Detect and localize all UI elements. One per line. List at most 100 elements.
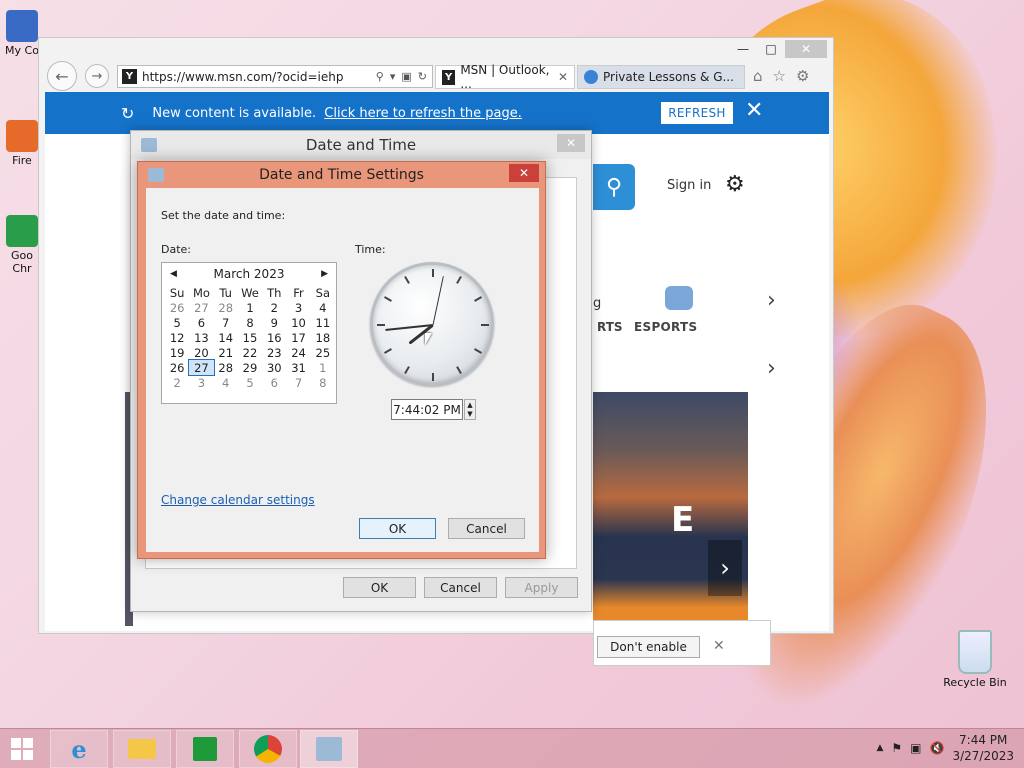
calendar-day[interactable]: 26	[165, 300, 189, 315]
stadium-image[interactable]: E ›	[593, 392, 748, 626]
calendar-day[interactable]: 30	[262, 360, 286, 375]
time-input[interactable]: 7:44:02 PM	[391, 399, 463, 420]
nav-esports[interactable]: ESPORTS	[634, 320, 697, 334]
forward-button[interactable]: →	[85, 64, 109, 88]
close-button[interactable]: ✕	[557, 134, 585, 152]
home-icon[interactable]: ⌂	[753, 67, 763, 85]
calendar-day[interactable]: 10	[286, 315, 310, 330]
calendar-day[interactable]: 3	[286, 300, 310, 315]
calendar-day[interactable]: 5	[165, 315, 189, 330]
previous-month-icon[interactable]: ◀	[170, 269, 177, 279]
close-tab-icon[interactable]: ✕	[558, 70, 568, 84]
calendar-day[interactable]: 28	[214, 360, 238, 375]
spin-down-icon[interactable]: ▼	[467, 410, 472, 419]
calendar-day[interactable]: 6	[189, 315, 213, 330]
chevron-right-icon[interactable]: ›	[767, 356, 776, 381]
show-hidden-icons-icon[interactable]: ▲	[876, 743, 883, 753]
refresh-link[interactable]: Click here to refresh the page.	[324, 106, 522, 121]
dropdown-icon[interactable]: ▾	[390, 70, 396, 83]
cancel-button[interactable]: Cancel	[424, 577, 497, 598]
calendar-day[interactable]: 26	[165, 360, 189, 375]
calendar-day[interactable]: 4	[214, 375, 238, 390]
next-month-icon[interactable]: ▶	[321, 269, 328, 279]
calendar-day[interactable]: 31	[286, 360, 310, 375]
calendar-day[interactable]: 2	[165, 375, 189, 390]
back-button[interactable]: ←	[47, 61, 77, 91]
calendar-day[interactable]: 22	[238, 345, 262, 360]
lock-icon[interactable]: ▣	[401, 70, 411, 83]
calendar-day[interactable]: 28	[214, 300, 238, 315]
calendar-day[interactable]: 25	[311, 345, 335, 360]
cancel-button[interactable]: Cancel	[448, 518, 525, 539]
calendar-day[interactable]: 19	[165, 345, 189, 360]
apply-button[interactable]: Apply	[505, 577, 578, 598]
taskbar-date-time[interactable]	[300, 730, 358, 768]
volume-muted-icon[interactable]: 🔇	[930, 741, 945, 755]
calendar-day[interactable]: 13	[189, 330, 213, 345]
close-banner-icon[interactable]: ✕	[713, 638, 725, 654]
start-button[interactable]	[0, 729, 44, 768]
change-calendar-settings-link[interactable]: Change calendar settings	[161, 493, 315, 507]
recycle-bin-shortcut[interactable]: Recycle Bin	[940, 630, 1010, 689]
close-button[interactable]: ✕	[509, 164, 539, 182]
taskbar-store[interactable]	[176, 730, 234, 768]
address-bar[interactable]: Y https://www.msn.com/?ocid=iehp ⚲ ▾ ▣ ↻	[117, 65, 433, 88]
carousel-next-button[interactable]: ›	[708, 540, 742, 596]
close-notification-icon[interactable]: ✕	[745, 98, 763, 123]
calendar-day[interactable]: 16	[262, 330, 286, 345]
close-button[interactable]: ✕	[785, 40, 827, 58]
calendar-day[interactable]: 3	[189, 375, 213, 390]
calendar-day[interactable]: 9	[262, 315, 286, 330]
ok-button[interactable]: OK	[359, 518, 436, 539]
calendar-day[interactable]: 23	[262, 345, 286, 360]
calendar-month[interactable]: March 2023	[214, 267, 285, 281]
calendar-day[interactable]: 1	[311, 360, 335, 375]
calendar-day[interactable]: 12	[165, 330, 189, 345]
action-center-flag-icon[interactable]: ⚑	[891, 741, 902, 755]
calendar-day[interactable]: 18	[311, 330, 335, 345]
ok-button[interactable]: OK	[343, 577, 416, 598]
calendar-day[interactable]: 2	[262, 300, 286, 315]
search-icon[interactable]: ⚲	[376, 70, 384, 83]
tab-msn[interactable]: Y MSN | Outlook, ... ✕	[435, 63, 575, 91]
chevron-right-icon[interactable]: ›	[767, 288, 776, 313]
calendar-day[interactable]: 27	[188, 359, 215, 376]
address-url[interactable]: https://www.msn.com/?ocid=iehp	[142, 70, 343, 84]
taskbar-clock[interactable]: 7:44 PM 3/27/2023	[952, 732, 1014, 764]
calendar-day[interactable]: 1	[238, 300, 262, 315]
calendar-day[interactable]: 4	[311, 300, 335, 315]
weather-icon[interactable]	[665, 286, 693, 310]
dialog-title-bar[interactable]: Date and Time ✕	[131, 131, 591, 159]
calendar-day[interactable]: 29	[238, 360, 262, 375]
time-spinner[interactable]: ▲ ▼	[464, 399, 476, 420]
taskbar-internet-explorer[interactable]: e	[50, 730, 108, 768]
calendar-day[interactable]: 20	[189, 345, 213, 360]
calendar-day[interactable]: 14	[214, 330, 238, 345]
calendar-day[interactable]: 8	[311, 375, 335, 390]
calendar-day[interactable]: 6	[262, 375, 286, 390]
taskbar-file-explorer[interactable]	[113, 730, 171, 768]
calendar-day[interactable]: 7	[286, 375, 310, 390]
calendar-day[interactable]: 8	[238, 315, 262, 330]
calendar-day[interactable]: 11	[311, 315, 335, 330]
calendar-day[interactable]: 15	[238, 330, 262, 345]
refresh-icon[interactable]: ↻	[418, 70, 427, 83]
calendar-day[interactable]: 27	[189, 300, 213, 315]
calendar-day[interactable]: 21	[214, 345, 238, 360]
dont-enable-button[interactable]: Don't enable	[597, 636, 700, 658]
network-icon[interactable]: ▣	[910, 741, 921, 755]
taskbar-chrome[interactable]	[239, 730, 297, 768]
sign-in-link[interactable]: Sign in	[667, 178, 711, 193]
tab-private-lessons[interactable]: Private Lessons & G...	[577, 65, 745, 89]
settings-gear-icon[interactable]: ⚙	[796, 67, 809, 85]
gear-icon[interactable]: ⚙	[725, 172, 745, 197]
calendar-day[interactable]: 24	[286, 345, 310, 360]
calendar-day[interactable]: 7	[214, 315, 238, 330]
search-button[interactable]: ⚲	[593, 164, 635, 210]
calendar-day[interactable]: 17	[286, 330, 310, 345]
partial-nav[interactable]: RTS	[597, 320, 623, 334]
refresh-button[interactable]: REFRESH	[661, 102, 733, 124]
favorites-star-icon[interactable]: ☆	[773, 67, 786, 85]
spin-up-icon[interactable]: ▲	[467, 401, 472, 410]
dialog-title-bar[interactable]: Date and Time Settings ✕	[138, 162, 545, 188]
